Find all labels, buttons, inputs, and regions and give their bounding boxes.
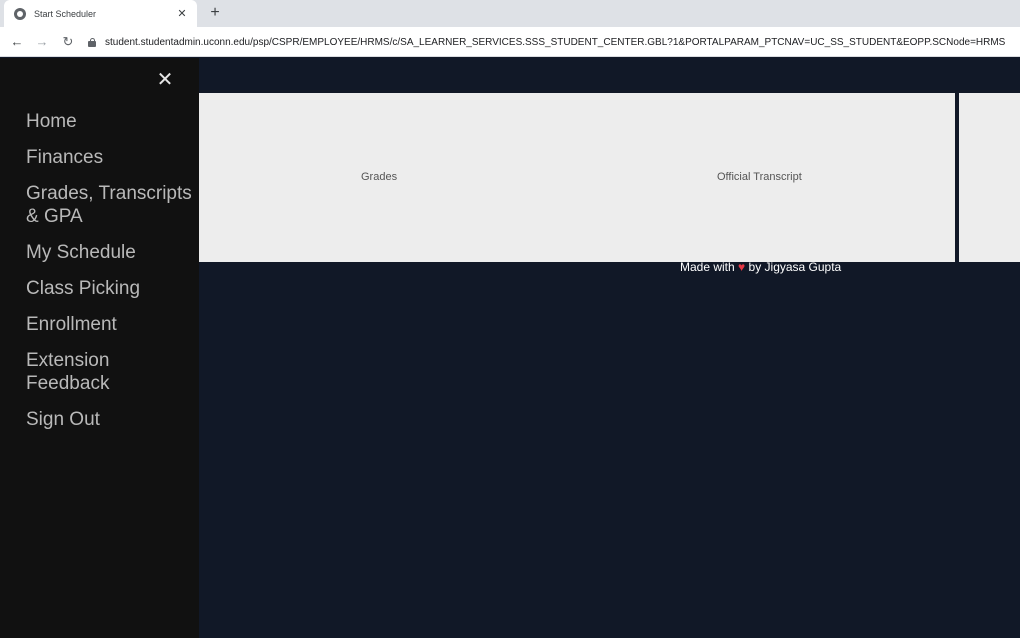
sidebar: ✕ Home Finances Grades, Transcripts & GP… — [0, 58, 199, 638]
close-icon[interactable]: ✕ — [154, 69, 176, 91]
tab-title: Start Scheduler — [34, 8, 97, 19]
browser-tab[interactable]: Start Scheduler ✕ — [4, 0, 197, 27]
globe-icon — [14, 7, 26, 20]
page-content: ✕ Home Finances Grades, Transcripts & GP… — [0, 58, 1020, 638]
address-bar[interactable]: student.studentadmin.uconn.edu/psp/CSPR/… — [88, 30, 1020, 54]
sidebar-menu: Home Finances Grades, Transcripts & GPA … — [26, 110, 196, 444]
browser-toolbar: ← → ↻ student.studentadmin.uconn.edu/psp… — [0, 27, 1020, 57]
official-transcript-card-link[interactable]: Official Transcript — [717, 171, 802, 183]
lock-icon — [88, 37, 96, 47]
card-panel: Grades Official Transcript — [199, 93, 955, 262]
url-text: student.studentadmin.uconn.edu/psp/CSPR/… — [105, 36, 1006, 48]
sidebar-item-finances[interactable]: Finances — [26, 146, 196, 169]
reload-icon[interactable]: ↻ — [58, 32, 78, 52]
sidebar-item-my-schedule[interactable]: My Schedule — [26, 241, 196, 264]
sidebar-item-grades-transcripts-gpa[interactable]: Grades, Transcripts & GPA — [26, 182, 196, 228]
sidebar-item-class-picking[interactable]: Class Picking — [26, 277, 196, 300]
tab-close-icon[interactable]: ✕ — [175, 7, 189, 20]
sidebar-item-enrollment[interactable]: Enrollment — [26, 313, 196, 336]
card-row: Grades Official Transcript — [199, 93, 1020, 262]
card-panel-partial[interactable] — [959, 93, 1020, 262]
heart-icon: ♥ — [738, 260, 746, 274]
back-arrow-icon[interactable]: ← — [7, 32, 27, 52]
footer-prefix: Made with — [680, 260, 735, 274]
grades-card-link[interactable]: Grades — [361, 171, 397, 183]
footer-credit: Made with ♥ by Jigyasa Gupta — [680, 260, 841, 274]
sidebar-item-sign-out[interactable]: Sign Out — [26, 408, 196, 431]
footer-suffix: by Jigyasa Gupta — [748, 260, 842, 274]
new-tab-button[interactable]: + — [206, 4, 224, 22]
forward-arrow-icon[interactable]: → — [32, 32, 52, 52]
sidebar-item-extension-feedback[interactable]: Extension Feedback — [26, 349, 126, 395]
browser-tab-strip: Start Scheduler ✕ + — [0, 0, 1020, 27]
sidebar-item-home[interactable]: Home — [26, 110, 196, 133]
